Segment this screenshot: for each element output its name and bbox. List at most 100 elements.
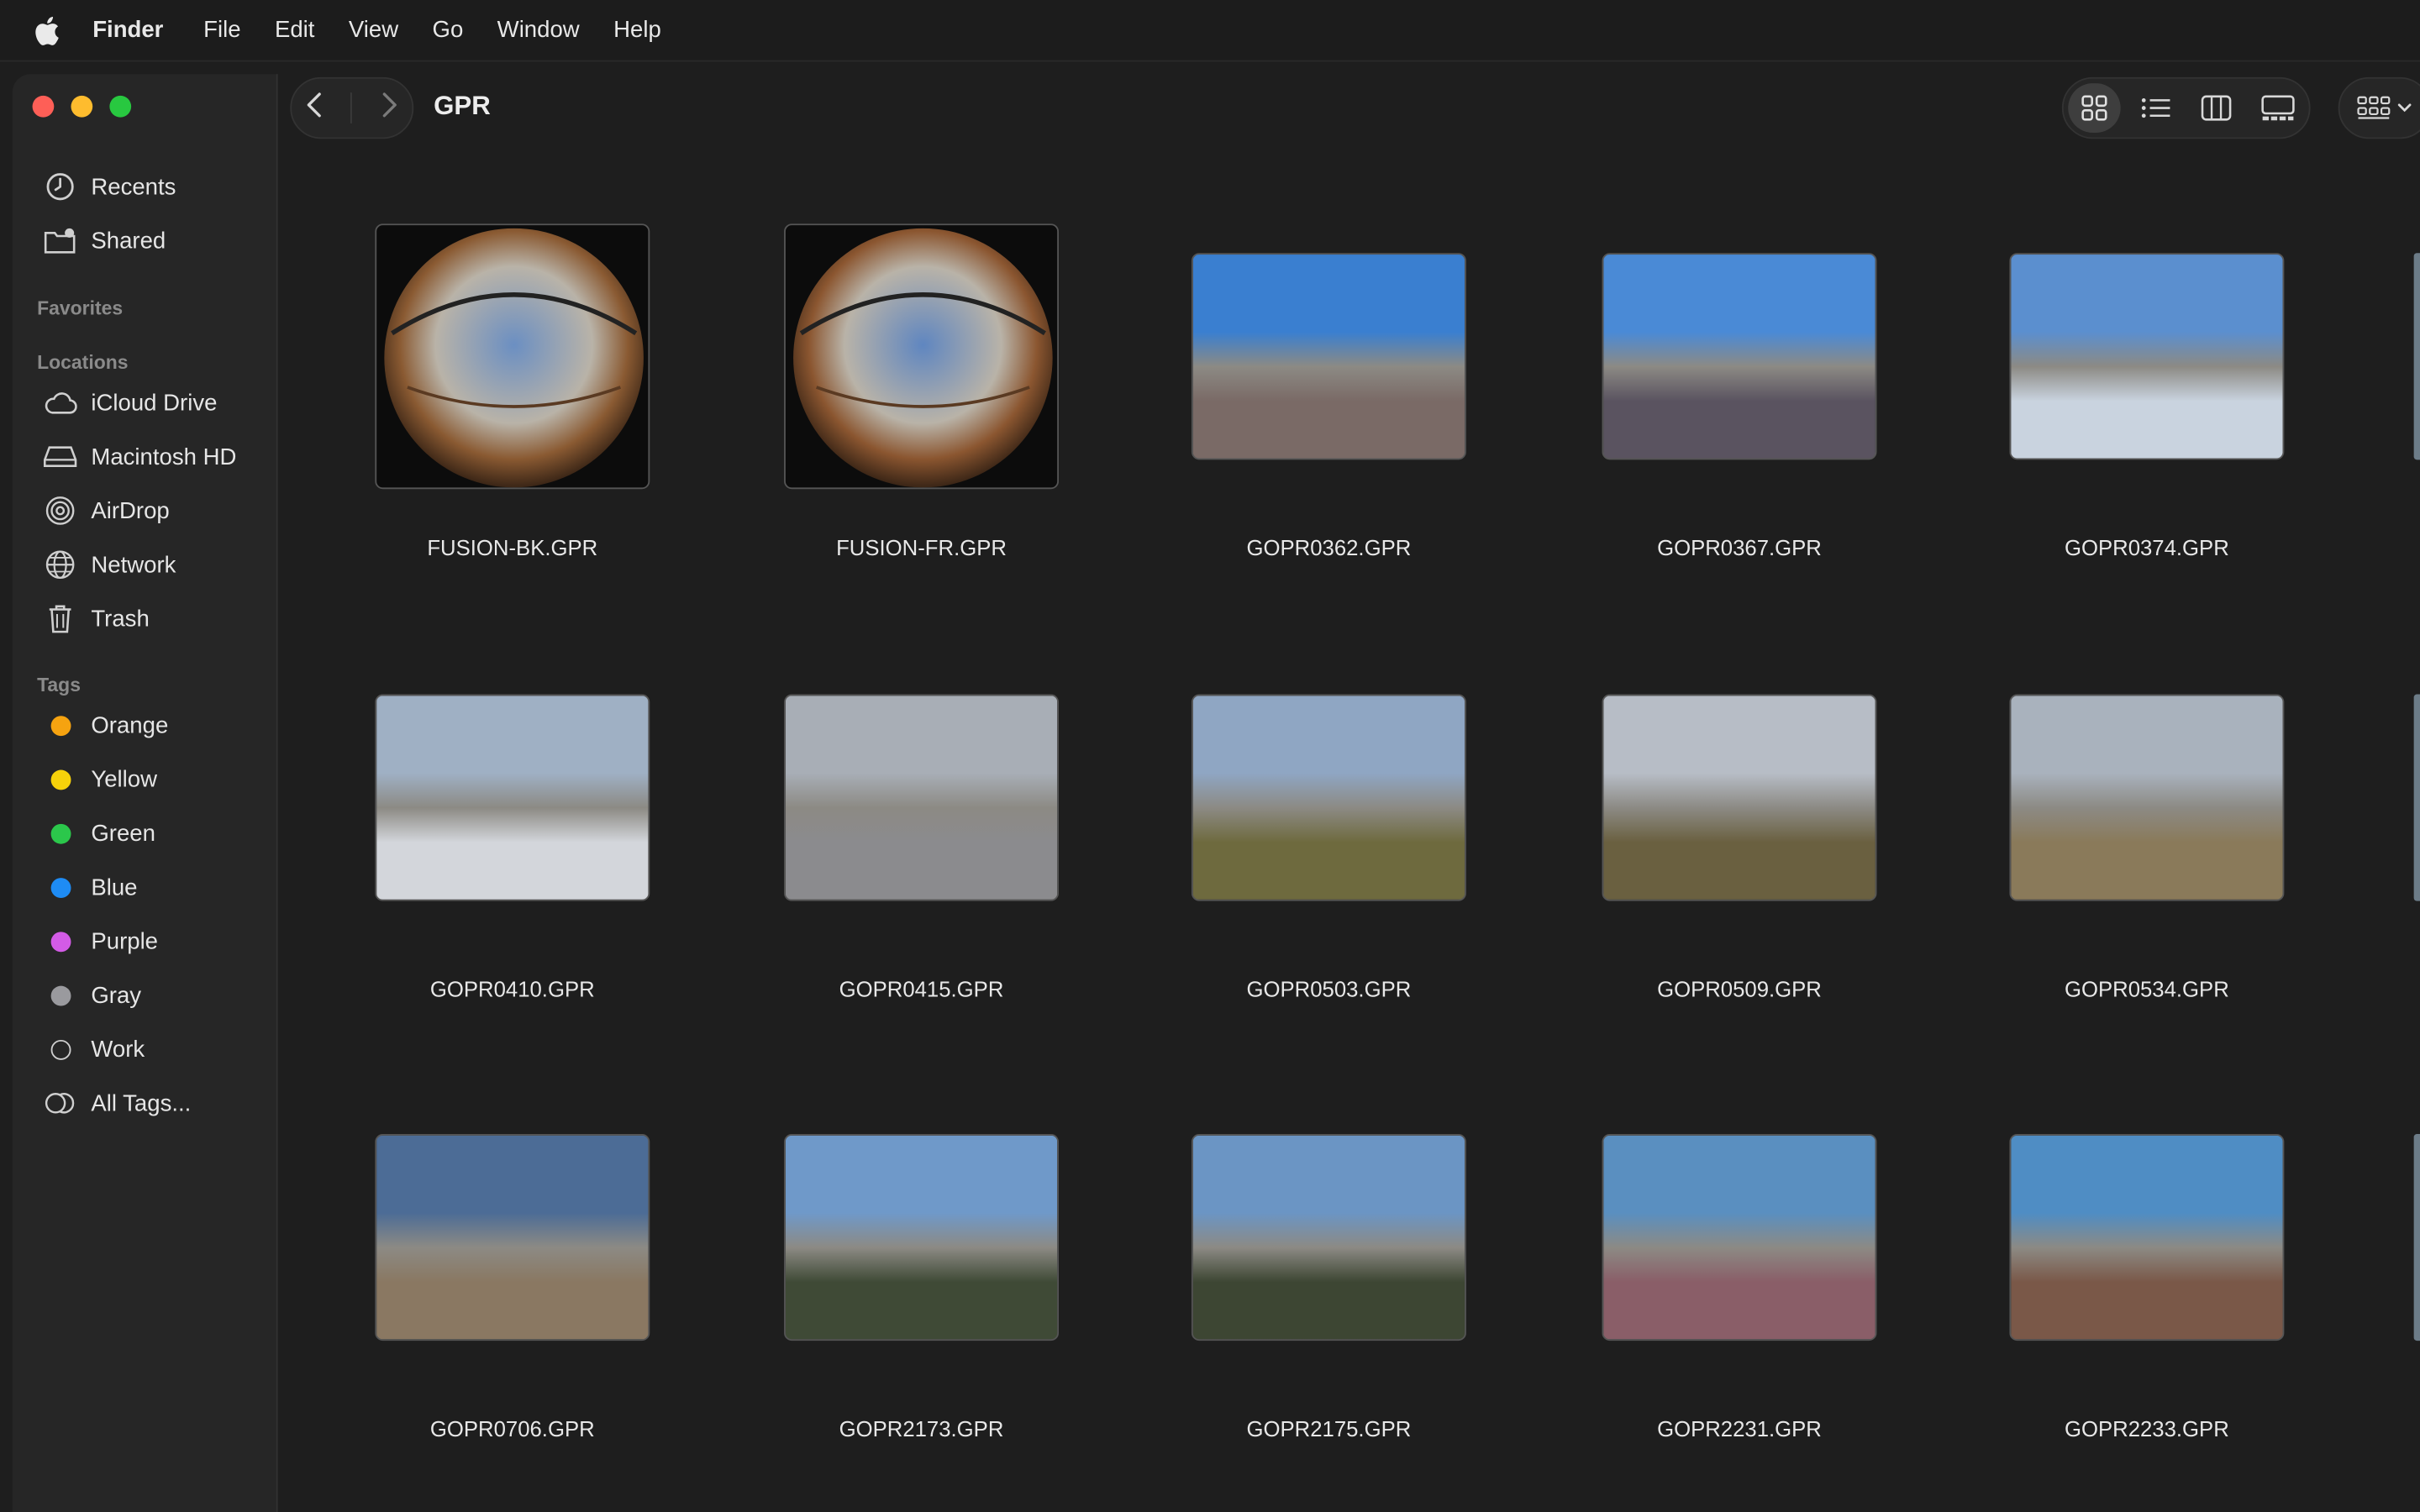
zoom-window-button[interactable] bbox=[109, 95, 132, 118]
file-item[interactable]: GOPR0367.GPR bbox=[1601, 223, 1879, 594]
menu-view[interactable]: View bbox=[349, 17, 398, 43]
file-item[interactable]: FUSION-BK.GPR bbox=[373, 223, 651, 594]
file-item[interactable]: GOPR0362.GPR bbox=[1190, 223, 1468, 594]
file-item[interactable]: GOPR0534.GPR bbox=[2008, 665, 2286, 1036]
file-name: FUSION-FR.GPR bbox=[836, 535, 1007, 560]
sidebar-all-tags[interactable]: All Tags... bbox=[31, 1080, 263, 1126]
file-thumbnail bbox=[784, 694, 1059, 901]
chevron-down-icon bbox=[2397, 103, 2412, 113]
menu-finder[interactable]: Finder bbox=[92, 17, 163, 43]
file-item[interactable]: GOPR0706.GPR bbox=[373, 1105, 651, 1475]
file-item[interactable]: FUSION-FR.GPR bbox=[782, 223, 1060, 594]
file-name: GOPR2231.GPR bbox=[1657, 1416, 1822, 1441]
globe-icon bbox=[43, 548, 76, 581]
close-window-button[interactable] bbox=[32, 95, 55, 118]
sidebar-tag-work[interactable]: Work bbox=[31, 1026, 263, 1072]
airdrop-icon bbox=[43, 494, 76, 528]
file-item[interactable]: GOPR2175.GPR bbox=[1190, 1105, 1468, 1475]
file-thumbnail bbox=[1191, 694, 1466, 901]
file-item[interactable]: GOPR0509.GPR bbox=[1601, 665, 1879, 1036]
sidebar-item-macintosh-hd[interactable]: Macintosh HD bbox=[31, 433, 263, 480]
sidebar-tag-yellow[interactable]: Yellow bbox=[31, 756, 263, 802]
list-view-icon bbox=[2141, 98, 2170, 118]
file-thumbnail bbox=[1191, 1134, 1466, 1341]
icon-view-button[interactable] bbox=[2068, 83, 2121, 133]
file-name: GOPR2233.GPR bbox=[2064, 1416, 2229, 1441]
file-item[interactable]: GOPR2173.GPR bbox=[782, 1105, 1060, 1475]
file-thumbnail bbox=[375, 694, 650, 901]
file-item[interactable]: GOPR0410.GPR bbox=[373, 665, 651, 1036]
grid-view-icon bbox=[2081, 95, 2107, 121]
file-item[interactable]: GOPR0415.GPR bbox=[782, 665, 1060, 1036]
clock-icon bbox=[43, 170, 76, 203]
sidebar-item-label: Purple bbox=[91, 927, 159, 955]
forward-button[interactable] bbox=[380, 90, 398, 125]
locations-heading: Locations bbox=[37, 351, 129, 374]
file-name: GOPR2175.GPR bbox=[1246, 1416, 1412, 1441]
sidebar-item-label: Gray bbox=[91, 982, 142, 1009]
sidebar-item-label: All Tags... bbox=[91, 1089, 192, 1116]
file-name: GOPR0706.GPR bbox=[429, 1416, 595, 1441]
sidebar-tag-green[interactable]: Green bbox=[31, 810, 263, 856]
tag-dot-icon bbox=[50, 877, 71, 898]
sidebar-item-label: Green bbox=[91, 820, 155, 847]
file-thumbnail bbox=[2009, 694, 2285, 901]
file-name: FUSION-BK.GPR bbox=[427, 535, 598, 560]
group-by-button[interactable] bbox=[2338, 76, 2420, 139]
sidebar: Recents Shared Favorites Locations iClou… bbox=[12, 74, 278, 1512]
back-button[interactable] bbox=[305, 90, 324, 125]
file-thumbnail bbox=[1602, 694, 1877, 901]
menu-go[interactable]: Go bbox=[433, 17, 464, 43]
list-view-button[interactable] bbox=[2129, 83, 2181, 133]
menu-bar: Finder File Edit View Go Window Help bbox=[0, 0, 2420, 62]
sidebar-item-icloud-drive[interactable]: iCloud Drive bbox=[31, 380, 263, 426]
sidebar-tag-purple[interactable]: Purple bbox=[31, 918, 263, 964]
column-view-button[interactable] bbox=[2191, 83, 2243, 133]
menu-window[interactable]: Window bbox=[497, 17, 580, 43]
file-item[interactable]: GOPR2233.GPR bbox=[2008, 1105, 2286, 1475]
tag-dot-icon bbox=[50, 822, 71, 843]
partial-file-thumbnail bbox=[2413, 1134, 2420, 1341]
file-name: GOPR0374.GPR bbox=[2064, 535, 2229, 560]
toolbar: GPR bbox=[278, 65, 2420, 151]
file-name: GOPR0415.GPR bbox=[839, 976, 1004, 1002]
column-view-icon bbox=[2202, 95, 2233, 121]
sidebar-item-shared[interactable]: Shared bbox=[31, 218, 263, 264]
sidebar-item-label: Recents bbox=[91, 173, 176, 200]
menu-file[interactable]: File bbox=[203, 17, 240, 43]
cloud-icon bbox=[43, 386, 77, 419]
sidebar-item-label: Trash bbox=[91, 605, 150, 633]
tag-dot-icon bbox=[50, 931, 71, 952]
file-item[interactable]: GOPR0503.GPR bbox=[1190, 665, 1468, 1036]
file-name: GOPR2173.GPR bbox=[839, 1416, 1004, 1441]
file-item[interactable]: GOPR2231.GPR bbox=[1601, 1105, 1879, 1475]
file-item[interactable]: GOPR0374.GPR bbox=[2008, 223, 2286, 594]
sidebar-tag-orange[interactable]: Orange bbox=[31, 702, 263, 748]
sidebar-tag-blue[interactable]: Blue bbox=[31, 864, 263, 911]
sidebar-item-network[interactable]: Network bbox=[31, 542, 263, 588]
sidebar-item-label: Shared bbox=[91, 227, 166, 255]
sidebar-tag-gray[interactable]: Gray bbox=[31, 972, 263, 1018]
file-grid: FUSION-BK.GPR FUSION-FR.GPR GOPR0362.GPR GO… bbox=[278, 151, 2420, 1512]
file-thumbnail bbox=[1602, 253, 1877, 460]
chevron-left-icon bbox=[307, 92, 321, 117]
sidebar-item-label: Orange bbox=[91, 711, 169, 738]
group-icon bbox=[2357, 96, 2391, 119]
partial-file-thumbnail bbox=[2413, 253, 2420, 460]
sidebar-item-label: Network bbox=[91, 551, 176, 578]
sidebar-item-recents[interactable]: Recents bbox=[31, 164, 263, 210]
tags-heading: Tags bbox=[37, 674, 81, 696]
file-name: GOPR0410.GPR bbox=[429, 976, 595, 1002]
file-thumbnail bbox=[375, 1134, 650, 1341]
sidebar-item-label: Macintosh HD bbox=[91, 444, 237, 470]
apple-menu-icon[interactable] bbox=[0, 14, 92, 45]
view-mode-switcher bbox=[2061, 76, 2311, 139]
sidebar-item-trash[interactable]: Trash bbox=[31, 596, 263, 642]
menu-edit[interactable]: Edit bbox=[275, 17, 314, 43]
gallery-view-button[interactable] bbox=[2252, 83, 2304, 133]
gallery-view-icon bbox=[2261, 95, 2295, 121]
minimize-window-button[interactable] bbox=[71, 95, 93, 118]
all-tags-icon bbox=[43, 1086, 76, 1120]
menu-help[interactable]: Help bbox=[613, 17, 661, 43]
sidebar-item-airdrop[interactable]: AirDrop bbox=[31, 487, 263, 533]
